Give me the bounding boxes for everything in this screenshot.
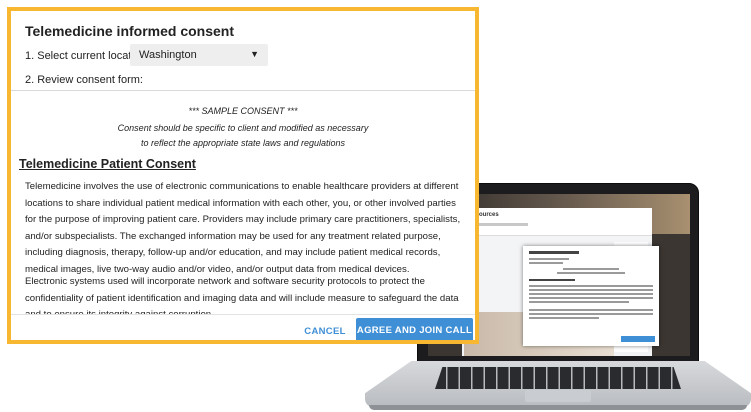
sample-consent-note-line1: Consent should be specific to client and… — [117, 123, 369, 133]
laptop-trackpad — [525, 390, 591, 402]
consent-paragraph: Electronic systems used will incorporate… — [25, 276, 459, 315]
consent-paragraph: Telemedicine involves the use of electro… — [25, 181, 461, 275]
location-select[interactable]: Washington ▼ — [130, 44, 268, 66]
dialog-title: Telemedicine informed consent — [25, 23, 235, 39]
consent-heading: Telemedicine Patient Consent — [19, 157, 196, 171]
review-consent-label: 2. Review consent form: — [25, 74, 143, 86]
caret-down-icon: ▼ — [250, 49, 259, 59]
location-select-value: Washington — [139, 49, 197, 61]
sample-consent-note-line2: to reflect the appropriate state laws an… — [140, 138, 346, 148]
laptop-keyboard — [435, 367, 681, 389]
cancel-button[interactable]: CANCEL — [296, 321, 354, 340]
agree-and-join-call-button[interactable]: AGREE AND JOIN CALL — [356, 318, 473, 340]
consent-form-scroll-area[interactable]: *** SAMPLE CONSENT *** Consent should be… — [11, 91, 475, 315]
sample-consent-notice: *** SAMPLE CONSENT *** — [188, 106, 298, 116]
telemedicine-consent-dialog: Telemedicine informed consent 1. Select … — [7, 7, 479, 344]
footer-divider — [11, 314, 475, 315]
screen-consent-dialog-thumbnail — [523, 246, 659, 346]
